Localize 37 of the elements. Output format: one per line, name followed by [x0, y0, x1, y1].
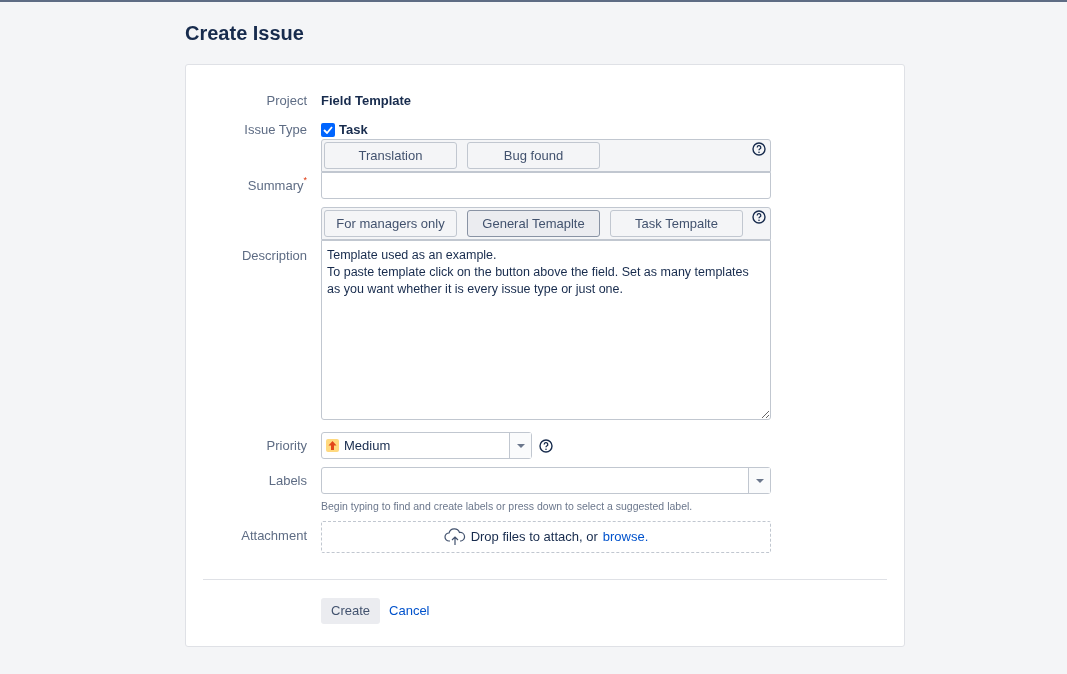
- caret-icon: [516, 443, 525, 448]
- priority-select[interactable]: Medium: [321, 432, 532, 459]
- field-label: Priority: [266, 436, 307, 455]
- caret-icon: [755, 478, 764, 483]
- dropdown-button[interactable]: [509, 433, 531, 458]
- priority-value: Medium: [344, 436, 392, 455]
- checkbox[interactable]: [321, 123, 335, 137]
- required-mark: *: [303, 175, 307, 185]
- field-label: Description: [241, 247, 307, 265]
- project-value: Field Template: [321, 92, 412, 111]
- issue-type-value: Task: [339, 121, 368, 140]
- labels-hint: Begin typing to find and create labels or press down to select a suggested label.: [321, 499, 693, 514]
- check-icon: [323, 126, 333, 134]
- template-button[interactable]: For managers only: [324, 210, 457, 237]
- cloud-upload-icon: [443, 527, 466, 546]
- help-icon[interactable]: [752, 210, 766, 224]
- priority-arrow-icon: [326, 439, 339, 452]
- template-button[interactable]: Task Tempalte: [610, 210, 743, 237]
- template-button[interactable]: Translation: [324, 142, 457, 169]
- help-icon[interactable]: [539, 438, 553, 453]
- help-icon[interactable]: [752, 142, 766, 156]
- field-label: Labels: [268, 471, 307, 490]
- cancel-link[interactable]: Cancel: [389, 601, 430, 621]
- page-title: Create Issue: [185, 21, 305, 46]
- browse-link[interactable]: browse.: [602, 527, 649, 547]
- summary-input[interactable]: [321, 172, 771, 199]
- field-label: Project: [266, 92, 307, 111]
- field-label: Summary: [247, 176, 304, 195]
- dropdown-button[interactable]: [748, 468, 770, 493]
- attachment-dropzone[interactable]: Drop files to attach, or browse.: [321, 520, 771, 553]
- dropzone-text: Drop files to attach, or: [470, 528, 598, 546]
- description-textarea[interactable]: Template used as an example. To paste template click on the button above the field. Set as many templates as you want whether it is every issue type or just one.: [321, 240, 771, 420]
- create-button[interactable]: Create: [321, 597, 381, 624]
- field-label: Issue Type: [244, 121, 307, 140]
- template-button[interactable]: General Temaplte: [467, 210, 600, 237]
- field-label: Attachment: [241, 526, 307, 545]
- template-button[interactable]: Bug found: [467, 142, 600, 169]
